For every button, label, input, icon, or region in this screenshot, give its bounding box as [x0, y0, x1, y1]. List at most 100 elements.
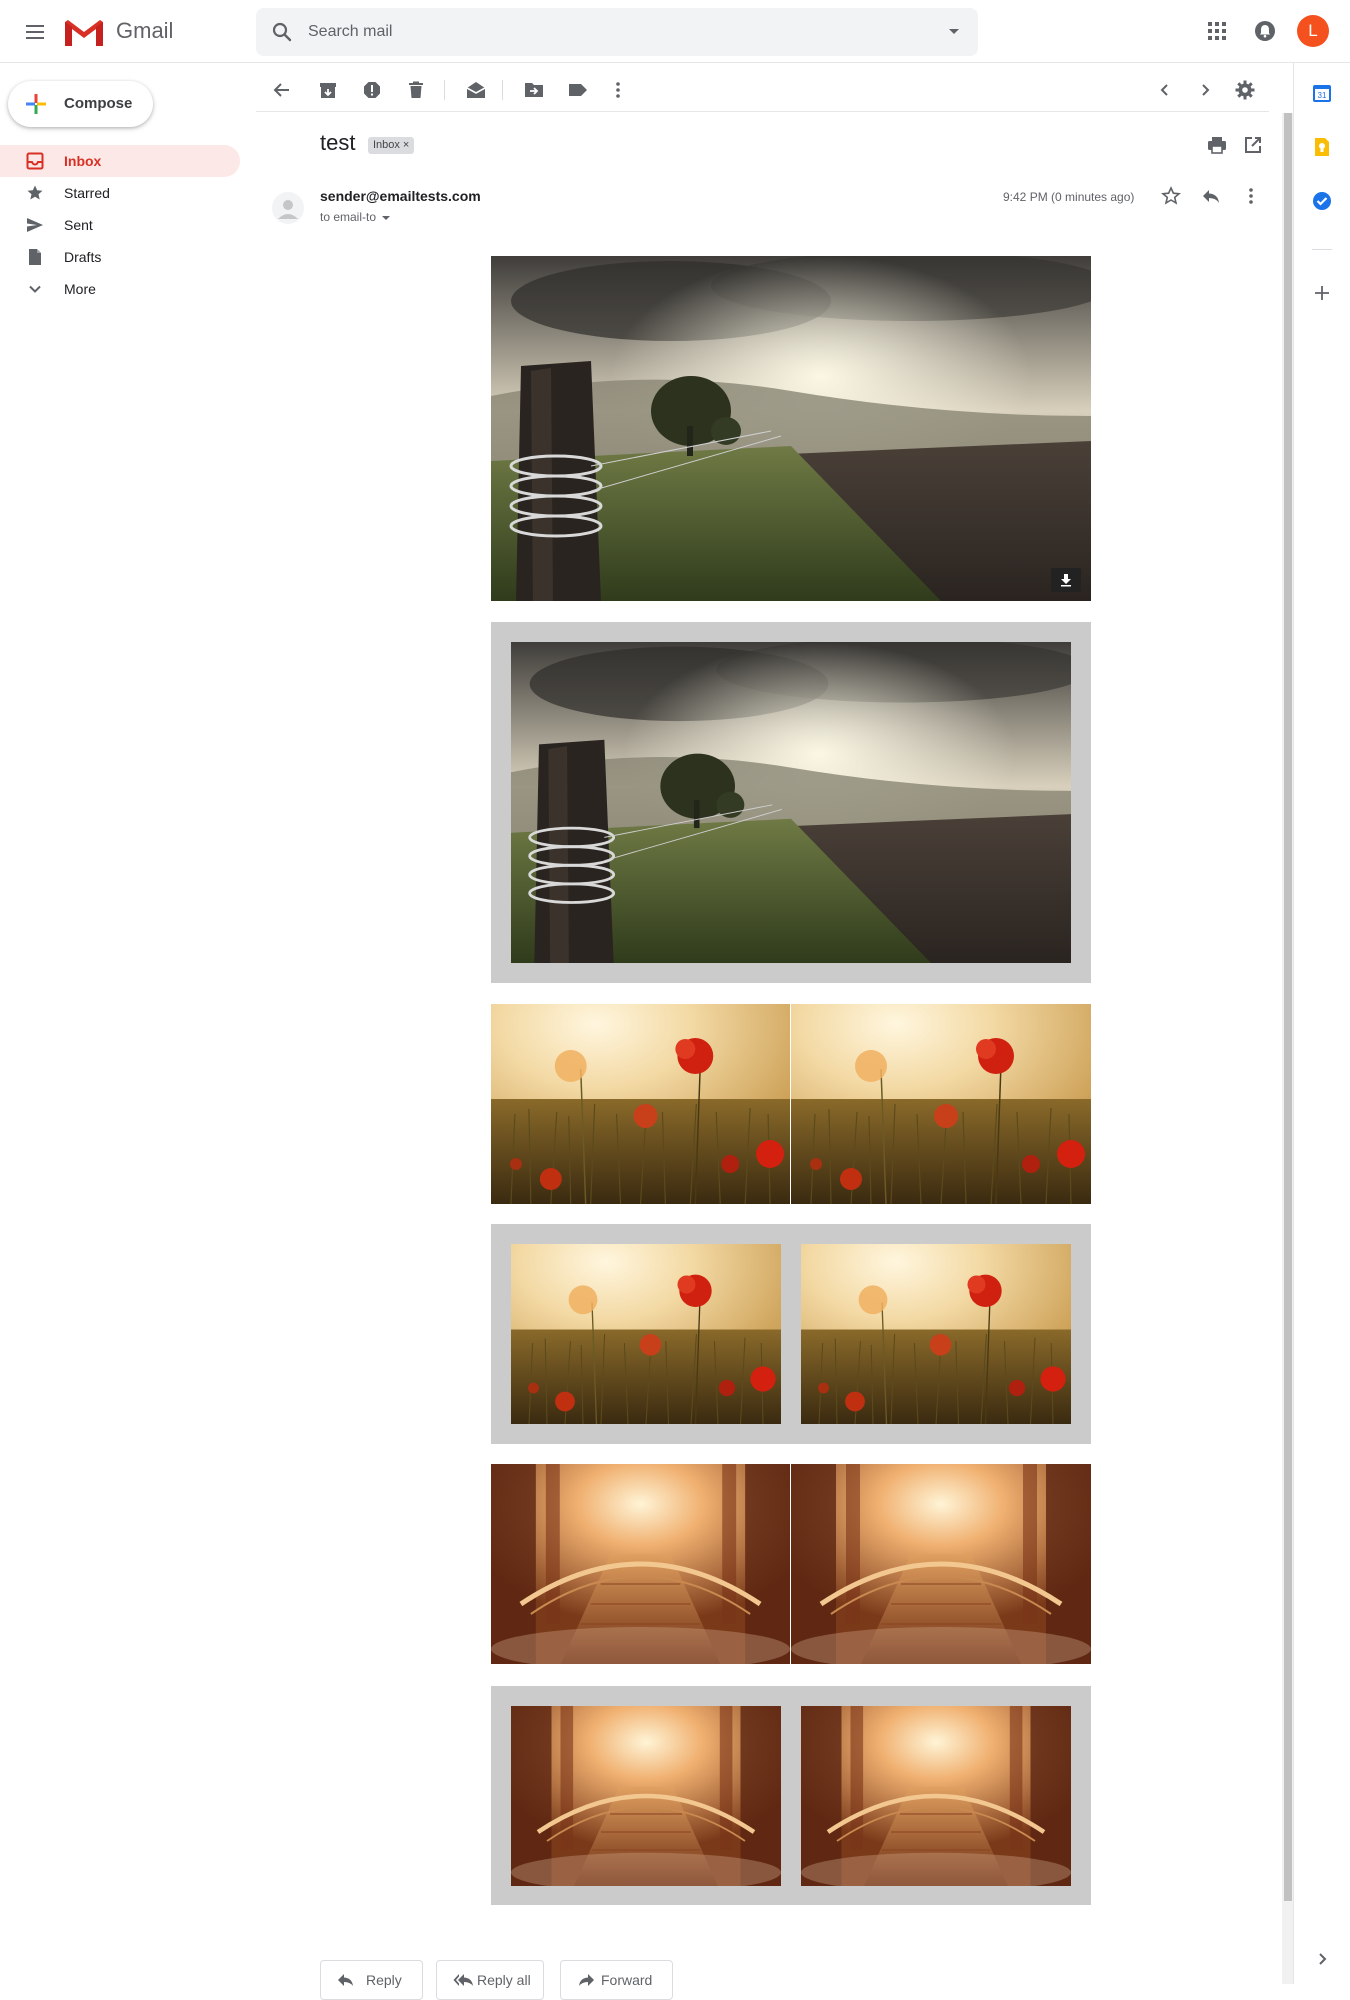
apps-grid-icon[interactable]: [1207, 21, 1227, 41]
recipient-details[interactable]: to email-to: [320, 210, 391, 224]
move-to-button[interactable]: [522, 78, 546, 102]
account-avatar[interactable]: L: [1297, 15, 1329, 47]
bridge-image-framed-left[interactable]: [511, 1706, 781, 1886]
inbox-icon: [26, 152, 44, 170]
remove-label-icon[interactable]: ×: [403, 139, 409, 151]
poppy-image-right[interactable]: [791, 1004, 1091, 1204]
sidebar-item-sent[interactable]: Sent: [0, 209, 240, 241]
star-outline-icon: [1161, 186, 1181, 205]
bridge-image-left[interactable]: [491, 1464, 790, 1664]
labels-button[interactable]: [566, 78, 590, 102]
chevron-right-icon: [1202, 84, 1210, 96]
forward-icon: [579, 1974, 594, 1986]
report-spam-icon: [364, 82, 380, 98]
gear-icon: [1235, 80, 1255, 100]
poppy-image-framed-left[interactable]: [511, 1244, 781, 1424]
add-addon-icon[interactable]: [1312, 283, 1332, 303]
sidebar-item-more[interactable]: More: [0, 273, 240, 305]
reply-label: Reply: [366, 1972, 402, 1988]
scrollbar-thumb[interactable]: [1284, 113, 1292, 1901]
settings-button[interactable]: [1233, 78, 1257, 102]
bridge-image-framed-right[interactable]: [801, 1706, 1071, 1886]
sender-avatar[interactable]: [272, 192, 304, 224]
gmail-logo-icon[interactable]: [64, 18, 104, 48]
print-all-button[interactable]: [1207, 135, 1227, 155]
search-input[interactable]: Search mail: [308, 23, 392, 41]
sidebar-item-inbox[interactable]: Inbox: [0, 145, 240, 177]
forward-label: Forward: [601, 1972, 653, 1988]
arrow-back-icon: [273, 83, 289, 97]
delete-button[interactable]: [404, 78, 428, 102]
star-message-button[interactable]: [1161, 186, 1181, 206]
hamburger-icon: [26, 25, 44, 39]
reply-all-label: Reply all: [477, 1972, 531, 1988]
reply-action-button[interactable]: Reply: [320, 1960, 423, 2000]
main-menu-button[interactable]: [20, 20, 52, 44]
person-icon: [272, 192, 304, 224]
message-toolbar: [256, 68, 1269, 112]
rail-divider: [1312, 249, 1332, 250]
open-in-new-icon: [1245, 137, 1261, 153]
sidebar-item-starred[interactable]: Starred: [0, 177, 240, 209]
label-chip-text: Inbox: [373, 139, 400, 151]
sidebar-item-drafts[interactable]: Drafts: [0, 241, 240, 273]
landscape-image-framed[interactable]: [511, 642, 1071, 963]
older-button[interactable]: [1193, 78, 1217, 102]
keep-icon[interactable]: [1312, 137, 1332, 157]
poppy-image-frame: [491, 1224, 1091, 1444]
expand-panel-icon[interactable]: [1312, 1949, 1332, 1969]
archive-button[interactable]: [316, 78, 340, 102]
sidebar-nav: Inbox Starred Sent Drafts More: [0, 145, 240, 305]
sidebar-item-label: Starred: [64, 185, 110, 201]
chevron-down-icon: [29, 285, 41, 293]
reply-all-action-button[interactable]: Reply all: [436, 1960, 544, 2000]
label-icon: [569, 84, 587, 96]
more-actions-button[interactable]: [606, 78, 630, 102]
poppy-image-framed-right[interactable]: [801, 1244, 1071, 1424]
landscape-image[interactable]: [491, 256, 1091, 601]
send-icon: [27, 218, 43, 232]
tasks-icon[interactable]: [1312, 191, 1332, 211]
message-timestamp: 9:42 PM (0 minutes ago): [1003, 190, 1135, 204]
trash-icon: [409, 81, 423, 98]
sidebar-item-label: Drafts: [64, 249, 102, 265]
brand-name[interactable]: Gmail: [116, 18, 173, 44]
report-spam-button[interactable]: [360, 78, 384, 102]
open-new-window-button[interactable]: [1243, 135, 1263, 155]
svg-text:31: 31: [1318, 91, 1327, 100]
sidebar-item-label: Inbox: [64, 153, 102, 169]
toolbar-divider: [444, 80, 445, 100]
sidebar-item-label: More: [64, 281, 96, 297]
newer-button[interactable]: [1153, 78, 1177, 102]
notifications-icon[interactable]: [1253, 19, 1277, 43]
compose-button[interactable]: Compose: [8, 81, 153, 127]
more-vert-icon: [1249, 188, 1253, 204]
message-more-button[interactable]: [1241, 186, 1261, 206]
search-options-icon[interactable]: [948, 28, 960, 36]
inbox-label-chip[interactable]: Inbox ×: [368, 137, 415, 154]
move-to-folder-icon: [525, 83, 543, 97]
draft-icon: [29, 249, 41, 265]
sender-email[interactable]: sender@emailtests.com: [320, 188, 481, 204]
compose-plus-icon: [26, 94, 46, 114]
caret-down-icon[interactable]: [382, 215, 391, 220]
star-icon: [27, 185, 43, 200]
bridge-image-right[interactable]: [791, 1464, 1091, 1664]
search-bar[interactable]: Search mail: [256, 8, 978, 56]
poppy-image-left[interactable]: [491, 1004, 790, 1204]
forward-action-button[interactable]: Forward: [560, 1960, 673, 2000]
side-panel-rail: 31: [1293, 63, 1350, 1984]
reply-button[interactable]: [1201, 186, 1221, 206]
more-vert-icon: [616, 82, 620, 98]
search-icon[interactable]: [270, 20, 294, 44]
print-icon: [1208, 137, 1226, 154]
scrollbar[interactable]: [1282, 113, 1293, 1984]
calendar-icon[interactable]: 31: [1312, 83, 1332, 103]
reply-icon: [1203, 190, 1219, 203]
mark-unread-button[interactable]: [464, 78, 488, 102]
back-button[interactable]: [270, 78, 294, 102]
download-attachment-button[interactable]: [1051, 568, 1081, 592]
toolbar-divider: [502, 80, 503, 100]
recipient-text: to email-to: [320, 210, 377, 224]
reply-icon: [338, 1974, 353, 1986]
